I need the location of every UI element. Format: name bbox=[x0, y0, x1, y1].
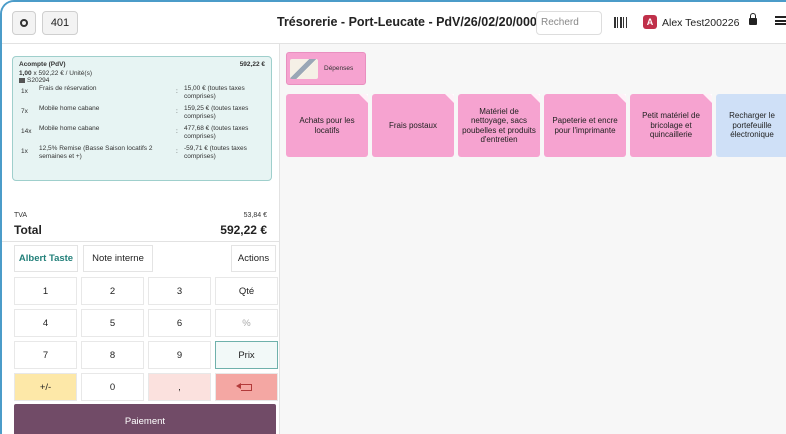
quantity-mode-button[interactable]: Qté bbox=[215, 277, 278, 305]
keypad-5[interactable]: 5 bbox=[81, 309, 144, 337]
internal-note-button[interactable]: Note interne bbox=[83, 245, 153, 272]
decimal-button[interactable]: , bbox=[148, 373, 211, 401]
order-reference: S20294 bbox=[27, 77, 50, 84]
keypad-9[interactable]: 9 bbox=[148, 341, 211, 369]
keypad-6[interactable]: 6 bbox=[148, 309, 211, 337]
discount-mode-button[interactable]: % bbox=[215, 309, 278, 337]
top-bar: 401 Trésorerie - Port-Leucate - PdV/26/0… bbox=[2, 2, 786, 44]
sign-toggle-button[interactable]: +/- bbox=[14, 373, 77, 401]
list-item: 1x 12,5% Remise (Basse Saison locatifs 2… bbox=[19, 145, 265, 164]
user-name[interactable]: Alex Test200226 bbox=[662, 17, 739, 29]
product-label: Matériel de nettoyage, sacs poubelles et… bbox=[462, 106, 536, 145]
avatar[interactable]: A bbox=[643, 15, 657, 29]
actions-button[interactable]: Actions bbox=[231, 245, 276, 272]
line-separator: : bbox=[176, 148, 178, 155]
keypad-2[interactable]: 2 bbox=[81, 277, 144, 305]
menu-icon[interactable] bbox=[775, 16, 786, 25]
line-qty: 1x bbox=[21, 88, 28, 95]
line-name: Frais de réservation bbox=[39, 85, 97, 92]
circle-icon bbox=[20, 19, 28, 27]
list-item: 7x Mobile home cabane : 159,25 € (toutes… bbox=[19, 105, 265, 124]
line-separator: : bbox=[176, 108, 178, 115]
keypad-1[interactable]: 1 bbox=[14, 277, 77, 305]
line-price: 159,25 € (toutes taxes comprises) bbox=[184, 105, 249, 120]
lock-icon[interactable] bbox=[749, 13, 757, 25]
order-number-button[interactable]: 401 bbox=[42, 11, 78, 35]
line-qty: 14x bbox=[21, 128, 32, 135]
product-label: Petit matériel de bricolage et quincaill… bbox=[642, 111, 700, 140]
order-line-title: Acompte (PdV) bbox=[19, 61, 66, 68]
package-icon bbox=[19, 77, 25, 83]
order-number: 401 bbox=[50, 17, 70, 29]
keypad-0[interactable]: 0 bbox=[81, 373, 144, 401]
product-card[interactable]: Papeterie et encre pour l'imprimante bbox=[544, 94, 626, 157]
info-icon[interactable] bbox=[359, 94, 368, 103]
info-icon[interactable] bbox=[531, 94, 540, 103]
line-name: Mobile home cabane bbox=[39, 125, 100, 132]
app-window: 401 Trésorerie - Port-Leucate - PdV/26/0… bbox=[0, 0, 786, 434]
back-button[interactable] bbox=[12, 11, 36, 35]
total-value: 592,22 € bbox=[220, 223, 267, 237]
pos-title: Trésorerie - Port-Leucate - PdV/26/02/20… bbox=[277, 15, 551, 29]
keypad-8[interactable]: 8 bbox=[81, 341, 144, 369]
customer-button[interactable]: Albert Taste bbox=[14, 245, 78, 272]
product-label: Recharger le portefeuille électronique bbox=[729, 111, 775, 140]
product-card[interactable]: Recharger le portefeuille électronique bbox=[716, 94, 786, 157]
backspace-button[interactable] bbox=[215, 373, 278, 401]
line-name: Mobile home cabane bbox=[39, 105, 100, 112]
line-qty: 1x bbox=[21, 148, 28, 155]
line-price: 477,68 € (toutes taxes comprises) bbox=[184, 125, 249, 140]
order-line-quantity: 1,00 bbox=[19, 70, 32, 77]
backspace-icon bbox=[236, 383, 252, 391]
line-name: 12,5% Remise (Basse Saison locatifs 2 se… bbox=[39, 145, 153, 160]
keypad-4[interactable]: 4 bbox=[14, 309, 77, 337]
order-line-selected[interactable]: Acompte (PdV) 592,22 € 1,00 x 592,22 € /… bbox=[12, 56, 272, 181]
category-label: Dépenses bbox=[324, 65, 354, 72]
line-price: -59,71 € (toutes taxes comprises) bbox=[184, 145, 247, 160]
product-card[interactable]: Achats pour les locatifs bbox=[286, 94, 368, 157]
tva-value: 53,84 € bbox=[243, 212, 267, 219]
tva-label: TVA bbox=[14, 212, 28, 219]
list-item: 14x Mobile home cabane : 477,68 € (toute… bbox=[19, 125, 265, 144]
barcode-icon[interactable] bbox=[614, 17, 627, 28]
info-icon[interactable] bbox=[617, 94, 626, 103]
total-label: Total bbox=[14, 223, 42, 237]
price-mode-button[interactable]: Prix bbox=[215, 341, 278, 369]
line-qty: 7x bbox=[21, 108, 28, 115]
product-panel: Dépenses Achats pour les locatifs Frais … bbox=[280, 44, 786, 434]
keypad-3[interactable]: 3 bbox=[148, 277, 211, 305]
product-label: Papeterie et encre pour l'imprimante bbox=[552, 116, 618, 135]
category-depenses[interactable]: Dépenses bbox=[286, 52, 366, 85]
search-input[interactable]: Recherd bbox=[536, 11, 602, 35]
order-panel: Acompte (PdV) 592,22 € 1,00 x 592,22 € /… bbox=[2, 44, 280, 434]
order-line-unit: x 592,22 € / Unité(s) bbox=[33, 70, 92, 77]
line-price: 15,00 € (toutes taxes comprises) bbox=[184, 85, 245, 100]
info-icon[interactable] bbox=[703, 94, 712, 103]
product-card[interactable]: Petit matériel de bricolage et quincaill… bbox=[630, 94, 712, 157]
keypad-7[interactable]: 7 bbox=[14, 341, 77, 369]
product-card[interactable]: Matériel de nettoyage, sacs poubelles et… bbox=[458, 94, 540, 157]
divider bbox=[2, 241, 280, 242]
order-line-total: 592,22 € bbox=[239, 61, 265, 68]
list-item: 1x Frais de réservation : 15,00 € (toute… bbox=[19, 85, 265, 104]
info-icon[interactable] bbox=[445, 94, 454, 103]
product-card[interactable]: Frais postaux bbox=[372, 94, 454, 157]
line-separator: : bbox=[176, 88, 178, 95]
product-label: Frais postaux bbox=[388, 120, 438, 130]
line-separator: : bbox=[176, 128, 178, 135]
payment-button[interactable]: Paiement bbox=[14, 404, 276, 434]
product-label: Achats pour les locatifs bbox=[299, 116, 355, 135]
category-image bbox=[290, 58, 318, 79]
